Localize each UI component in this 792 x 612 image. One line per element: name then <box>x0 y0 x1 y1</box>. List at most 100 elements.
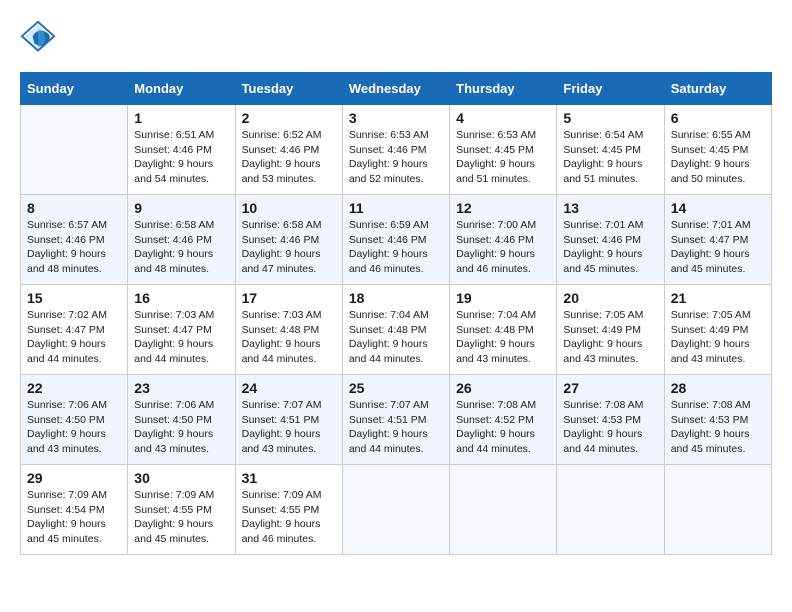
day-number: 4 <box>456 110 550 126</box>
day-cell <box>664 465 771 555</box>
day-number: 9 <box>134 200 228 216</box>
day-number: 27 <box>563 380 657 396</box>
header-tuesday: Tuesday <box>235 73 342 105</box>
day-number: 6 <box>671 110 765 126</box>
day-number: 3 <box>349 110 443 126</box>
day-cell: 16 Sunrise: 7:03 AMSunset: 4:47 PMDayligh… <box>128 285 235 375</box>
day-number: 28 <box>671 380 765 396</box>
calendar-table: SundayMondayTuesdayWednesdayThursdayFrid… <box>20 72 772 555</box>
day-number: 25 <box>349 380 443 396</box>
day-info: Sunrise: 7:09 AMSunset: 4:55 PMDaylight:… <box>134 488 228 547</box>
day-info: Sunrise: 7:07 AMSunset: 4:51 PMDaylight:… <box>242 398 336 457</box>
day-cell: 12Sunrise: 7:00 AMSunset: 4:46 PMDayligh… <box>450 195 557 285</box>
header-sunday: Sunday <box>21 73 128 105</box>
day-cell: 26 Sunrise: 7:08 AMSunset: 4:52 PMDayligh… <box>450 375 557 465</box>
day-info: Sunrise: 7:06 AMSunset: 4:50 PMDaylight:… <box>27 398 121 457</box>
day-cell <box>557 465 664 555</box>
day-number: 23 <box>134 380 228 396</box>
day-number: 8 <box>27 200 121 216</box>
day-info: Sunrise: 7:02 AMSunset: 4:47 PMDaylight:… <box>27 308 121 367</box>
week-row-3: 22Sunrise: 7:06 AMSunset: 4:50 PMDayligh… <box>21 375 772 465</box>
day-number: 13 <box>563 200 657 216</box>
day-cell: 17Sunrise: 7:03 AMSunset: 4:48 PMDayligh… <box>235 285 342 375</box>
day-cell: 6 Sunrise: 6:55 AMSunset: 4:45 PMDaylight… <box>664 105 771 195</box>
day-cell: 22Sunrise: 7:06 AMSunset: 4:50 PMDayligh… <box>21 375 128 465</box>
day-number: 11 <box>349 200 443 216</box>
header-monday: Monday <box>128 73 235 105</box>
day-info: Sunrise: 7:06 AMSunset: 4:50 PMDaylight:… <box>134 398 228 457</box>
day-number: 18 <box>349 290 443 306</box>
day-info: Sunrise: 7:01 AMSunset: 4:46 PMDaylight:… <box>563 218 657 277</box>
day-cell: 4 Sunrise: 6:53 AMSunset: 4:45 PMDaylight… <box>450 105 557 195</box>
day-cell: 24Sunrise: 7:07 AMSunset: 4:51 PMDayligh… <box>235 375 342 465</box>
day-cell: 10 Sunrise: 6:58 AMSunset: 4:46 PMDayligh… <box>235 195 342 285</box>
day-cell: 23 Sunrise: 7:06 AMSunset: 4:50 PMDayligh… <box>128 375 235 465</box>
day-cell: 14 Sunrise: 7:01 AMSunset: 4:47 PMDayligh… <box>664 195 771 285</box>
calendar-header-row: SundayMondayTuesdayWednesdayThursdayFrid… <box>21 73 772 105</box>
day-info: Sunrise: 7:07 AMSunset: 4:51 PMDaylight:… <box>349 398 443 457</box>
week-row-2: 15 Sunrise: 7:02 AMSunset: 4:47 PMDayligh… <box>21 285 772 375</box>
week-row-0: 1 Sunrise: 6:51 AMSunset: 4:46 PMDaylight… <box>21 105 772 195</box>
day-info: Sunrise: 6:53 AMSunset: 4:46 PMDaylight:… <box>349 128 443 187</box>
day-info: Sunrise: 6:58 AMSunset: 4:46 PMDaylight:… <box>134 218 228 277</box>
day-number: 15 <box>27 290 121 306</box>
week-row-4: 29 Sunrise: 7:09 AMSunset: 4:54 PMDayligh… <box>21 465 772 555</box>
day-cell: 2Sunrise: 6:52 AMSunset: 4:46 PMDaylight… <box>235 105 342 195</box>
day-info: Sunrise: 6:53 AMSunset: 4:45 PMDaylight:… <box>456 128 550 187</box>
day-info: Sunrise: 7:05 AMSunset: 4:49 PMDaylight:… <box>563 308 657 367</box>
week-row-1: 8 Sunrise: 6:57 AMSunset: 4:46 PMDaylight… <box>21 195 772 285</box>
day-number: 26 <box>456 380 550 396</box>
day-cell: 31Sunrise: 7:09 AMSunset: 4:55 PMDayligh… <box>235 465 342 555</box>
day-cell: 11 Sunrise: 6:59 AMSunset: 4:46 PMDayligh… <box>342 195 449 285</box>
day-cell: 27Sunrise: 7:08 AMSunset: 4:53 PMDayligh… <box>557 375 664 465</box>
day-cell: 28 Sunrise: 7:08 AMSunset: 4:53 PMDayligh… <box>664 375 771 465</box>
header-saturday: Saturday <box>664 73 771 105</box>
header-thursday: Thursday <box>450 73 557 105</box>
day-cell: 13 Sunrise: 7:01 AMSunset: 4:46 PMDayligh… <box>557 195 664 285</box>
day-cell: 3 Sunrise: 6:53 AMSunset: 4:46 PMDaylight… <box>342 105 449 195</box>
page-header <box>20 20 772 56</box>
day-cell: 1 Sunrise: 6:51 AMSunset: 4:46 PMDaylight… <box>128 105 235 195</box>
day-cell <box>21 105 128 195</box>
day-cell: 15 Sunrise: 7:02 AMSunset: 4:47 PMDayligh… <box>21 285 128 375</box>
day-info: Sunrise: 7:08 AMSunset: 4:53 PMDaylight:… <box>671 398 765 457</box>
day-info: Sunrise: 6:51 AMSunset: 4:46 PMDaylight:… <box>134 128 228 187</box>
day-info: Sunrise: 6:57 AMSunset: 4:46 PMDaylight:… <box>27 218 121 277</box>
day-number: 16 <box>134 290 228 306</box>
day-info: Sunrise: 6:55 AMSunset: 4:45 PMDaylight:… <box>671 128 765 187</box>
day-info: Sunrise: 7:01 AMSunset: 4:47 PMDaylight:… <box>671 218 765 277</box>
day-number: 1 <box>134 110 228 126</box>
day-info: Sunrise: 7:05 AMSunset: 4:49 PMDaylight:… <box>671 308 765 367</box>
day-cell: 9 Sunrise: 6:58 AMSunset: 4:46 PMDaylight… <box>128 195 235 285</box>
logo <box>20 20 60 56</box>
day-number: 10 <box>242 200 336 216</box>
day-info: Sunrise: 7:03 AMSunset: 4:47 PMDaylight:… <box>134 308 228 367</box>
day-cell <box>450 465 557 555</box>
calendar-body: 1 Sunrise: 6:51 AMSunset: 4:46 PMDaylight… <box>21 105 772 555</box>
logo-icon <box>20 20 56 56</box>
day-number: 19 <box>456 290 550 306</box>
day-cell: 5Sunrise: 6:54 AMSunset: 4:45 PMDaylight… <box>557 105 664 195</box>
day-number: 29 <box>27 470 121 486</box>
day-info: Sunrise: 7:04 AMSunset: 4:48 PMDaylight:… <box>456 308 550 367</box>
day-info: Sunrise: 7:09 AMSunset: 4:54 PMDaylight:… <box>27 488 121 547</box>
day-info: Sunrise: 7:03 AMSunset: 4:48 PMDaylight:… <box>242 308 336 367</box>
day-info: Sunrise: 6:59 AMSunset: 4:46 PMDaylight:… <box>349 218 443 277</box>
day-info: Sunrise: 6:58 AMSunset: 4:46 PMDaylight:… <box>242 218 336 277</box>
day-info: Sunrise: 7:04 AMSunset: 4:48 PMDaylight:… <box>349 308 443 367</box>
day-cell: 21 Sunrise: 7:05 AMSunset: 4:49 PMDayligh… <box>664 285 771 375</box>
day-cell: 8 Sunrise: 6:57 AMSunset: 4:46 PMDaylight… <box>21 195 128 285</box>
day-number: 30 <box>134 470 228 486</box>
day-info: Sunrise: 6:54 AMSunset: 4:45 PMDaylight:… <box>563 128 657 187</box>
day-cell: 20 Sunrise: 7:05 AMSunset: 4:49 PMDayligh… <box>557 285 664 375</box>
day-number: 14 <box>671 200 765 216</box>
header-wednesday: Wednesday <box>342 73 449 105</box>
day-number: 21 <box>671 290 765 306</box>
day-number: 20 <box>563 290 657 306</box>
day-info: Sunrise: 7:00 AMSunset: 4:46 PMDaylight:… <box>456 218 550 277</box>
day-info: Sunrise: 7:08 AMSunset: 4:52 PMDaylight:… <box>456 398 550 457</box>
day-cell: 25 Sunrise: 7:07 AMSunset: 4:51 PMDayligh… <box>342 375 449 465</box>
day-cell: 18 Sunrise: 7:04 AMSunset: 4:48 PMDayligh… <box>342 285 449 375</box>
day-info: Sunrise: 6:52 AMSunset: 4:46 PMDaylight:… <box>242 128 336 187</box>
header-friday: Friday <box>557 73 664 105</box>
